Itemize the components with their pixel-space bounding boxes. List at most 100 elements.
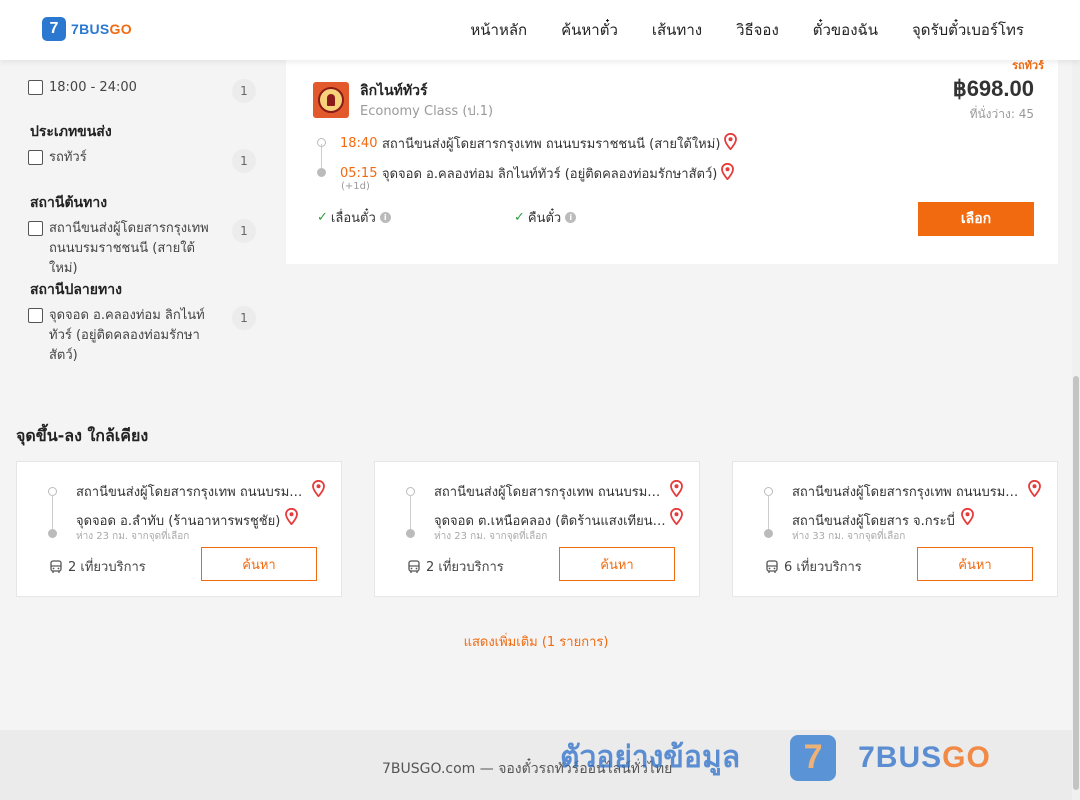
feature-refund: ✓ คืนตั๋ว i [514, 207, 577, 228]
nearby-distance: ห่าง 23 กม. จากจุดที่เลือก [76, 531, 190, 542]
logo-brand-go: GO [109, 21, 132, 37]
filter-type-title: ประเภทขนส่ง [30, 124, 112, 140]
nearby-section-title: จุดขึ้น-ลง ใกล้เคียง [16, 426, 149, 445]
route-line [768, 495, 769, 531]
nearby-to-station: จุดจอด ต.เหนือคลอง (ติดร้านแสงเทียนการยา… [434, 514, 666, 529]
map-pin-icon[interactable] [724, 132, 738, 154]
info-icon[interactable]: i [565, 212, 577, 223]
next-day-indicator: (+1d) [341, 181, 370, 192]
show-more-link[interactable]: แสดงเพิ่มเติม (1 รายการ) [0, 631, 1072, 652]
logo-brand: 7BUS [71, 21, 110, 37]
map-pin-icon[interactable] [721, 162, 735, 184]
nav-home[interactable]: หน้าหลัก [470, 18, 527, 42]
operator-logo-mark [327, 94, 335, 106]
map-pin-icon[interactable] [1028, 479, 1041, 501]
nearby-distance: ห่าง 33 กม. จากจุดที่เลือก [792, 531, 906, 542]
filter-destination-title: สถานีปลายทาง [30, 282, 122, 298]
nearby-trip-count-label: 6 เที่ยวบริการ [784, 560, 862, 575]
logo-wordmark: 7BUSGO [71, 21, 132, 37]
destination-checkbox[interactable] [28, 308, 43, 323]
nav-ticket-pickup[interactable]: จุดรับตั๋วเบอร์โทร [912, 18, 1024, 42]
filter-origin-title: สถานีต้นทาง [30, 195, 108, 211]
site-logo[interactable]: 7 7BUSGO [42, 17, 132, 41]
check-icon: ✓ [514, 210, 525, 225]
nav-search-ticket[interactable]: ค้นหาตั๋ว [561, 18, 618, 42]
bus-icon [50, 559, 62, 573]
watermark-logo-badge: 7 [790, 734, 837, 781]
watermark-brand-main: 7BUS [858, 740, 943, 774]
time-option-label: 18:00 - 24:00 [49, 80, 137, 95]
sample-watermark: ตัวอย่างข้อมูล 7 7BUSGO [560, 734, 991, 781]
scrollbar-thumb[interactable] [1073, 376, 1079, 790]
main-nav: หน้าหลัก ค้นหาตั๋ว เส้นทาง วิธีจอง ตั๋วข… [436, 0, 1024, 60]
page-scrollbar[interactable] [1072, 60, 1080, 800]
type-option-label: รถทัวร์ [49, 150, 87, 165]
route-end-dot [48, 529, 57, 538]
nearby-to-station: จุดจอด อ.ลำทับ (ร้านอาหารพรชูชัย) [76, 514, 281, 529]
type-checkbox[interactable] [28, 150, 43, 165]
nav-my-tickets[interactable]: ตั๋วของฉัน [813, 18, 878, 42]
nearby-trip-count-label: 2 เที่ยวบริการ [68, 560, 146, 575]
info-icon[interactable]: i [379, 212, 391, 223]
route-end-dot [764, 529, 773, 538]
bus-icon [408, 559, 420, 573]
type-count-badge: 1 [232, 149, 256, 173]
bus-icon [766, 559, 778, 573]
arrival-stop: 05:15 จุดจอด อ.คลองท่อม ลิกไนท์ทัวร์ (อย… [340, 162, 735, 184]
watermark-brand-go: GO [942, 740, 991, 774]
route-line [52, 495, 53, 531]
map-pin-icon[interactable] [670, 507, 683, 529]
nearby-search-button[interactable]: ค้นหา [917, 547, 1033, 581]
departure-stop: 18:40 สถานีขนส่งผู้โดยสารกรุงเทพ ถนนบรมร… [340, 132, 738, 154]
departure-time: 18:40 [340, 136, 378, 151]
destination-count-badge: 1 [232, 306, 256, 330]
nearby-card: สถานีขนส่งผู้โดยสารกรุงเทพ ถนนบรมราชชนนี… [732, 461, 1058, 597]
filter-type-option[interactable]: รถทัวร์ 1 [28, 148, 256, 173]
feature-reschedule: ✓ เลื่อนตั๋ว i [317, 207, 391, 228]
filter-destination-option[interactable]: จุดจอด อ.คลองท่อม ลิกไนท์ทัวร์ (อยู่ติดค… [28, 306, 256, 366]
seats-available: ที่นั่งว่าง: 45 [969, 107, 1034, 121]
nearby-from-station: สถานีขนส่งผู้โดยสารกรุงเทพ ถนนบรมราชชนนี… [76, 485, 308, 500]
map-pin-icon[interactable] [670, 479, 683, 501]
seat-class: Economy Class (ป.1) [360, 104, 494, 119]
map-pin-icon[interactable] [285, 507, 298, 529]
trip-result-card: รถทัวร์ ลิกไนท์ทัวร์ Economy Class (ป.1)… [286, 59, 1058, 264]
logo-badge: 7 [42, 17, 66, 41]
route-end-dot [317, 168, 326, 177]
nearby-card: สถานีขนส่งผู้โดยสารกรุงเทพ ถนนบรมราชชนนี… [16, 461, 342, 597]
route-line [410, 495, 411, 531]
nearby-card: สถานีขนส่งผู้โดยสารกรุงเทพ ถนนบรมราชชนนี… [374, 461, 700, 597]
nearby-search-button[interactable]: ค้นหา [201, 547, 317, 581]
nearby-from-station: สถานีขนส่งผู้โดยสารกรุงเทพ ถนนบรมราชชนนี… [792, 485, 1024, 500]
arrival-time: 05:15 [340, 166, 378, 181]
nearby-to-station: สถานีขนส่งผู้โดยสาร จ.กระบี่ [792, 514, 955, 529]
feature-refund-label: คืนตั๋ว [527, 211, 562, 226]
operator-name: ลิกไนท์ทัวร์ [360, 83, 428, 99]
nav-how-to-book[interactable]: วิธีจอง [736, 18, 779, 42]
map-pin-icon[interactable] [961, 507, 974, 529]
filter-time-option[interactable]: 18:00 - 24:00 1 [28, 78, 256, 103]
operator-logo [313, 82, 349, 118]
route-end-dot [406, 529, 415, 538]
check-icon: ✓ [317, 210, 328, 225]
watermark-brand: 7BUSGO [858, 741, 991, 775]
departure-station: สถานีขนส่งผู้โดยสารกรุงเทพ ถนนบรมราชชนนี… [382, 137, 721, 152]
top-header: 7 7BUSGO หน้าหลัก ค้นหาตั๋ว เส้นทาง วิธี… [0, 0, 1080, 60]
filter-origin-option[interactable]: สถานีขนส่งผู้โดยสารกรุงเทพ ถนนบรมราชชนนี… [28, 219, 256, 279]
nearby-trip-count: 2 เที่ยวบริการ [407, 556, 504, 577]
nearby-from-station: สถานีขนส่งผู้โดยสารกรุงเทพ ถนนบรมราชชนนี… [434, 485, 666, 500]
nearby-distance: ห่าง 23 กม. จากจุดที่เลือก [434, 531, 548, 542]
select-trip-button[interactable]: เลือก [918, 202, 1034, 236]
nearby-trip-count: 2 เที่ยวบริการ [49, 556, 146, 577]
watermark-text: ตัวอย่างข้อมูล [560, 740, 741, 775]
time-checkbox[interactable] [28, 80, 43, 95]
nav-routes[interactable]: เส้นทาง [652, 18, 702, 42]
origin-checkbox[interactable] [28, 221, 43, 236]
time-count-badge: 1 [232, 79, 256, 103]
map-pin-icon[interactable] [312, 479, 325, 501]
origin-option-label: สถานีขนส่งผู้โดยสารกรุงเทพ ถนนบรมราชชนนี… [49, 221, 209, 276]
operator-logo-emblem [318, 87, 344, 113]
arrival-station: จุดจอด อ.คลองท่อม ลิกไนท์ทัวร์ (อยู่ติดค… [382, 167, 718, 182]
nearby-search-button[interactable]: ค้นหา [559, 547, 675, 581]
trip-price: ฿698.00 [952, 76, 1034, 101]
